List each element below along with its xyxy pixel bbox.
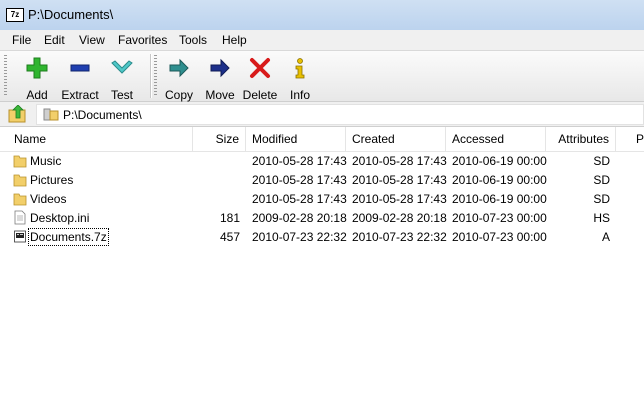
- menu-file[interactable]: File: [12, 33, 31, 47]
- checkmark-icon: [111, 60, 133, 74]
- drive-folder-icon: [43, 108, 59, 121]
- file-accessed: 2010-06-19 00:00: [452, 154, 547, 168]
- file-name: Desktop.ini: [30, 211, 90, 225]
- menu-tools[interactable]: Tools: [179, 33, 207, 47]
- file-accessed: 2010-06-19 00:00: [452, 192, 547, 206]
- copy-label: Copy: [164, 88, 193, 102]
- copy-arrow-icon: [169, 58, 189, 78]
- menu-view[interactable]: View: [79, 33, 105, 47]
- minus-icon: [70, 64, 90, 72]
- file-attributes: A: [601, 230, 610, 244]
- file-created: 2009-02-28 20:18: [352, 211, 447, 225]
- column-header-accessed[interactable]: Accessed: [446, 127, 546, 151]
- app-icon: 7z: [6, 8, 24, 22]
- file-name: Music: [30, 154, 62, 168]
- folder-icon: [13, 193, 27, 206]
- file-row-desktop-ini[interactable]: Desktop.ini 181 2009-02-28 20:18 2009-02…: [0, 209, 644, 228]
- file-rows: Music 2010-05-28 17:43 2010-05-28 17:43 …: [0, 152, 644, 247]
- delete-button[interactable]: Delete: [242, 53, 278, 102]
- file-attributes: SD: [593, 154, 610, 168]
- menu-edit[interactable]: Edit: [44, 33, 65, 47]
- extract-button[interactable]: Extract: [58, 53, 102, 102]
- file-name: Videos: [30, 192, 67, 206]
- toolbar-grip-2[interactable]: [154, 55, 157, 97]
- file-size: 457: [219, 230, 240, 244]
- window-title: P:\Documents\: [28, 7, 114, 22]
- extract-label: Extract: [61, 88, 99, 102]
- file-modified: 2010-05-28 17:43: [252, 192, 347, 206]
- info-label: Info: [289, 88, 310, 102]
- file-row-music[interactable]: Music 2010-05-28 17:43 2010-05-28 17:43 …: [0, 152, 644, 171]
- file-modified: 2009-02-28 20:18: [252, 211, 347, 225]
- menu-favorites[interactable]: Favorites: [118, 33, 167, 47]
- column-header-size[interactable]: Size: [193, 127, 246, 151]
- file-created: 2010-05-28 17:43: [352, 173, 447, 187]
- file-created: 2010-05-28 17:43: [352, 192, 447, 206]
- file-accessed: 2010-06-19 00:00: [452, 173, 547, 187]
- file-accessed: 2010-07-23 00:00: [452, 211, 547, 225]
- toolbar-grip[interactable]: [4, 55, 7, 97]
- test-button[interactable]: Test: [106, 53, 138, 102]
- test-label: Test: [110, 88, 133, 102]
- file-size: 181: [219, 211, 240, 225]
- file-name: Documents.7z: [28, 228, 109, 246]
- folder-icon: [13, 174, 27, 187]
- address-input[interactable]: P:\Documents\: [36, 104, 644, 125]
- menu-bar: File Edit View Favorites Tools Help: [0, 30, 644, 51]
- file-modified: 2010-05-28 17:43: [252, 154, 347, 168]
- delete-x-icon: [250, 58, 270, 78]
- column-header-attributes[interactable]: Attributes: [546, 127, 616, 151]
- file-created: 2010-07-23 22:32: [352, 230, 447, 244]
- column-headers: Name Size Modified Created Accessed Attr…: [0, 127, 644, 152]
- file-attributes: HS: [593, 211, 610, 225]
- info-icon: [295, 58, 305, 79]
- archive-file-icon: [14, 230, 26, 243]
- toolbar: Add Extract Test Copy Move Delete Info: [0, 51, 644, 102]
- column-header-name[interactable]: Name: [8, 127, 193, 151]
- add-label: Add: [26, 88, 48, 102]
- up-folder-icon[interactable]: [8, 105, 28, 123]
- toolbar-separator: [150, 54, 151, 98]
- delete-label: Delete: [242, 88, 278, 102]
- file-row-documents-7z[interactable]: Documents.7z 457 2010-07-23 22:32 2010-0…: [0, 228, 644, 247]
- column-header-extra[interactable]: P: [630, 127, 644, 151]
- file-name: Pictures: [30, 173, 74, 187]
- ini-file-icon: [14, 210, 26, 225]
- file-accessed: 2010-07-23 00:00: [452, 230, 547, 244]
- file-row-pictures[interactable]: Pictures 2010-05-28 17:43 2010-05-28 17:…: [0, 171, 644, 190]
- file-row-videos[interactable]: Videos 2010-05-28 17:43 2010-05-28 17:43…: [0, 190, 644, 209]
- copy-button[interactable]: Copy: [162, 53, 196, 102]
- move-button[interactable]: Move: [202, 53, 238, 102]
- title-bar[interactable]: 7z P:\Documents\: [0, 0, 644, 31]
- file-modified: 2010-05-28 17:43: [252, 173, 347, 187]
- info-button[interactable]: Info: [286, 53, 314, 102]
- file-attributes: SD: [593, 173, 610, 187]
- file-attributes: SD: [593, 192, 610, 206]
- column-header-modified[interactable]: Modified: [246, 127, 346, 151]
- column-header-created[interactable]: Created: [346, 127, 446, 151]
- menu-help[interactable]: Help: [222, 33, 247, 47]
- move-label: Move: [205, 88, 235, 102]
- add-button[interactable]: Add: [20, 53, 54, 102]
- move-arrow-icon: [210, 58, 230, 78]
- address-bar: P:\Documents\: [0, 102, 644, 127]
- file-created: 2010-05-28 17:43: [352, 154, 447, 168]
- folder-icon: [13, 155, 27, 168]
- address-path: P:\Documents\: [63, 108, 142, 122]
- file-list[interactable]: Name Size Modified Created Accessed Attr…: [0, 127, 644, 400]
- file-modified: 2010-07-23 22:32: [252, 230, 347, 244]
- plus-icon: [26, 57, 48, 79]
